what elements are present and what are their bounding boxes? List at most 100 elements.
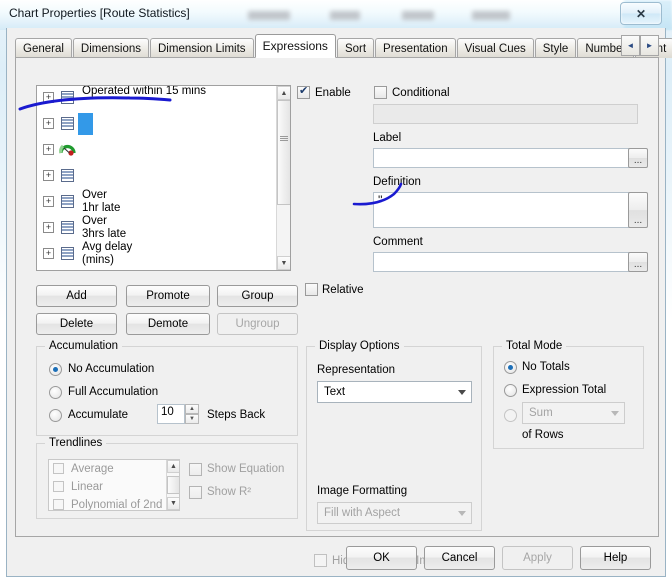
trendlines-title: Trendlines (45, 437, 107, 449)
accumulate-radio[interactable] (49, 409, 62, 422)
steps-back-label: Steps Back (207, 409, 266, 421)
tree-row[interactable]: + Avg delay (mins) (37, 241, 276, 268)
tree-row[interactable]: + (37, 164, 276, 190)
image-formatting-value: Fill with Aspect (324, 507, 401, 519)
scroll-down-icon[interactable]: ▼ (277, 256, 290, 270)
table-icon[interactable] (61, 117, 74, 130)
cancel-button[interactable]: Cancel (424, 546, 495, 570)
table-icon[interactable] (61, 195, 74, 208)
label-browse-button[interactable]: ... (628, 148, 648, 168)
trendline-checkbox[interactable] (53, 499, 64, 510)
aggregation-radio[interactable] (504, 409, 517, 422)
tab-scroll-right-icon[interactable]: ► (640, 35, 659, 56)
no-accumulation-radio[interactable] (49, 363, 62, 376)
table-icon[interactable] (61, 91, 74, 104)
label-caption: Label (373, 132, 402, 144)
aggregation-select[interactable]: Sum (522, 402, 625, 424)
table-icon[interactable] (61, 169, 74, 182)
trendlines-list[interactable]: Average Linear Polynomial of 2nd d Polyn… (48, 459, 180, 511)
list-item[interactable]: Linear (49, 478, 179, 496)
expand-icon[interactable]: + (43, 118, 54, 129)
tree-row[interactable]: + (37, 112, 276, 138)
label-input[interactable] (373, 148, 638, 168)
tree-row[interactable]: + Operated within 15 mins (37, 86, 276, 112)
stepper-up-icon[interactable]: ▲ (185, 404, 199, 414)
no-totals-radio[interactable] (504, 361, 517, 374)
promote-button[interactable]: Promote (126, 285, 210, 307)
scroll-up-icon[interactable]: ▲ (277, 86, 290, 100)
accumulation-group: Accumulation No Accumulation Full Accumu… (36, 340, 298, 436)
expand-icon[interactable]: + (43, 92, 54, 103)
window-title: Chart Properties [Route Statistics] (9, 6, 190, 20)
full-accumulation-label: Full Accumulation (68, 386, 159, 398)
list-item[interactable]: Polynomial of 2nd d (49, 496, 179, 510)
chevron-down-icon (458, 390, 466, 395)
expression-total-radio[interactable] (504, 384, 517, 397)
chevron-left-icon: ◄ (626, 41, 635, 50)
tree-row[interactable]: + Over 3hrs late (37, 215, 276, 242)
enable-checkbox[interactable] (297, 84, 310, 99)
group-button[interactable]: Group (217, 285, 298, 307)
ok-button[interactable]: OK (346, 546, 417, 570)
conditional-input[interactable] (373, 104, 638, 124)
total-mode-title: Total Mode (502, 340, 567, 352)
add-button[interactable]: Add (36, 285, 117, 307)
show-equation-checkbox[interactable] (189, 463, 202, 476)
comment-input[interactable] (373, 252, 638, 272)
tree-item-label: Over 3hrs late (82, 215, 242, 240)
full-accumulation-radio[interactable] (49, 386, 62, 399)
tab-visual-cues[interactable]: Visual Cues (456, 38, 534, 58)
tab-scroll-left-icon[interactable]: ◄ (621, 35, 640, 56)
tree-item-label: Operated within 15 mins (82, 86, 242, 110)
scrollbar-grip (280, 136, 288, 141)
tree-row[interactable]: + Over 1hr late (37, 189, 276, 216)
tree-item-line1: Over (82, 189, 107, 201)
tab-presentation[interactable]: Presentation (375, 38, 456, 58)
steps-back-stepper[interactable]: ▲ ▼ (185, 404, 199, 424)
table-icon[interactable] (61, 247, 74, 260)
expand-icon[interactable]: + (43, 170, 54, 181)
scroll-down-icon[interactable]: ▼ (167, 497, 179, 510)
chart-properties-dialog: General Dimensions Dimension Limits Expr… (6, 28, 672, 577)
display-options-group: Display Options Representation Text Imag… (306, 340, 482, 531)
tab-general[interactable]: General (15, 38, 72, 58)
steps-back-input[interactable]: 10 (157, 404, 185, 424)
tab-sort[interactable]: Sort (336, 38, 375, 58)
tree-row[interactable]: + (37, 138, 276, 164)
conditional-checkbox[interactable] (374, 86, 387, 99)
scrollbar-thumb[interactable] (277, 100, 290, 205)
definition-input[interactable]: '' (373, 192, 638, 228)
trendline-checkbox[interactable] (53, 481, 64, 492)
show-r2-checkbox[interactable] (189, 486, 202, 499)
expand-icon[interactable]: + (43, 248, 54, 259)
table-icon[interactable] (61, 221, 74, 234)
representation-select[interactable]: Text (317, 381, 472, 403)
accumulate-label: Accumulate (68, 409, 129, 421)
expand-icon[interactable]: + (43, 196, 54, 207)
relative-checkbox[interactable] (305, 283, 318, 296)
tree-scrollbar[interactable]: ▲ ▼ (276, 86, 290, 270)
tab-dimensions[interactable]: Dimensions (72, 38, 149, 58)
expand-icon[interactable]: + (43, 144, 54, 155)
list-item[interactable]: Average (49, 460, 179, 478)
image-formatting-select[interactable]: Fill with Aspect (317, 502, 472, 524)
tab-expressions[interactable]: Expressions (254, 34, 336, 58)
expression-tree[interactable]: + Operated within 15 mins + + + + Over 1… (36, 85, 291, 271)
close-icon[interactable]: ✕ (620, 2, 662, 25)
delete-button[interactable]: Delete (36, 313, 117, 335)
expand-icon[interactable]: + (43, 222, 54, 233)
show-r2-label: Show R² (207, 486, 252, 498)
tree-row[interactable]: + (37, 268, 276, 270)
tab-style[interactable]: Style (534, 38, 577, 58)
scrollbar-thumb[interactable] (167, 476, 179, 494)
scroll-up-icon[interactable]: ▲ (167, 460, 179, 473)
comment-browse-button[interactable]: ... (628, 252, 648, 272)
trendline-checkbox[interactable] (53, 463, 64, 474)
tab-dimension-limits[interactable]: Dimension Limits (150, 38, 254, 58)
demote-button[interactable]: Demote (126, 313, 210, 335)
help-button[interactable]: Help (580, 546, 651, 570)
stepper-down-icon[interactable]: ▼ (185, 414, 199, 424)
trendlines-scrollbar[interactable]: ▲ ▼ (166, 460, 179, 510)
gauge-icon[interactable] (59, 141, 76, 157)
definition-browse-button[interactable]: ... (628, 192, 648, 228)
